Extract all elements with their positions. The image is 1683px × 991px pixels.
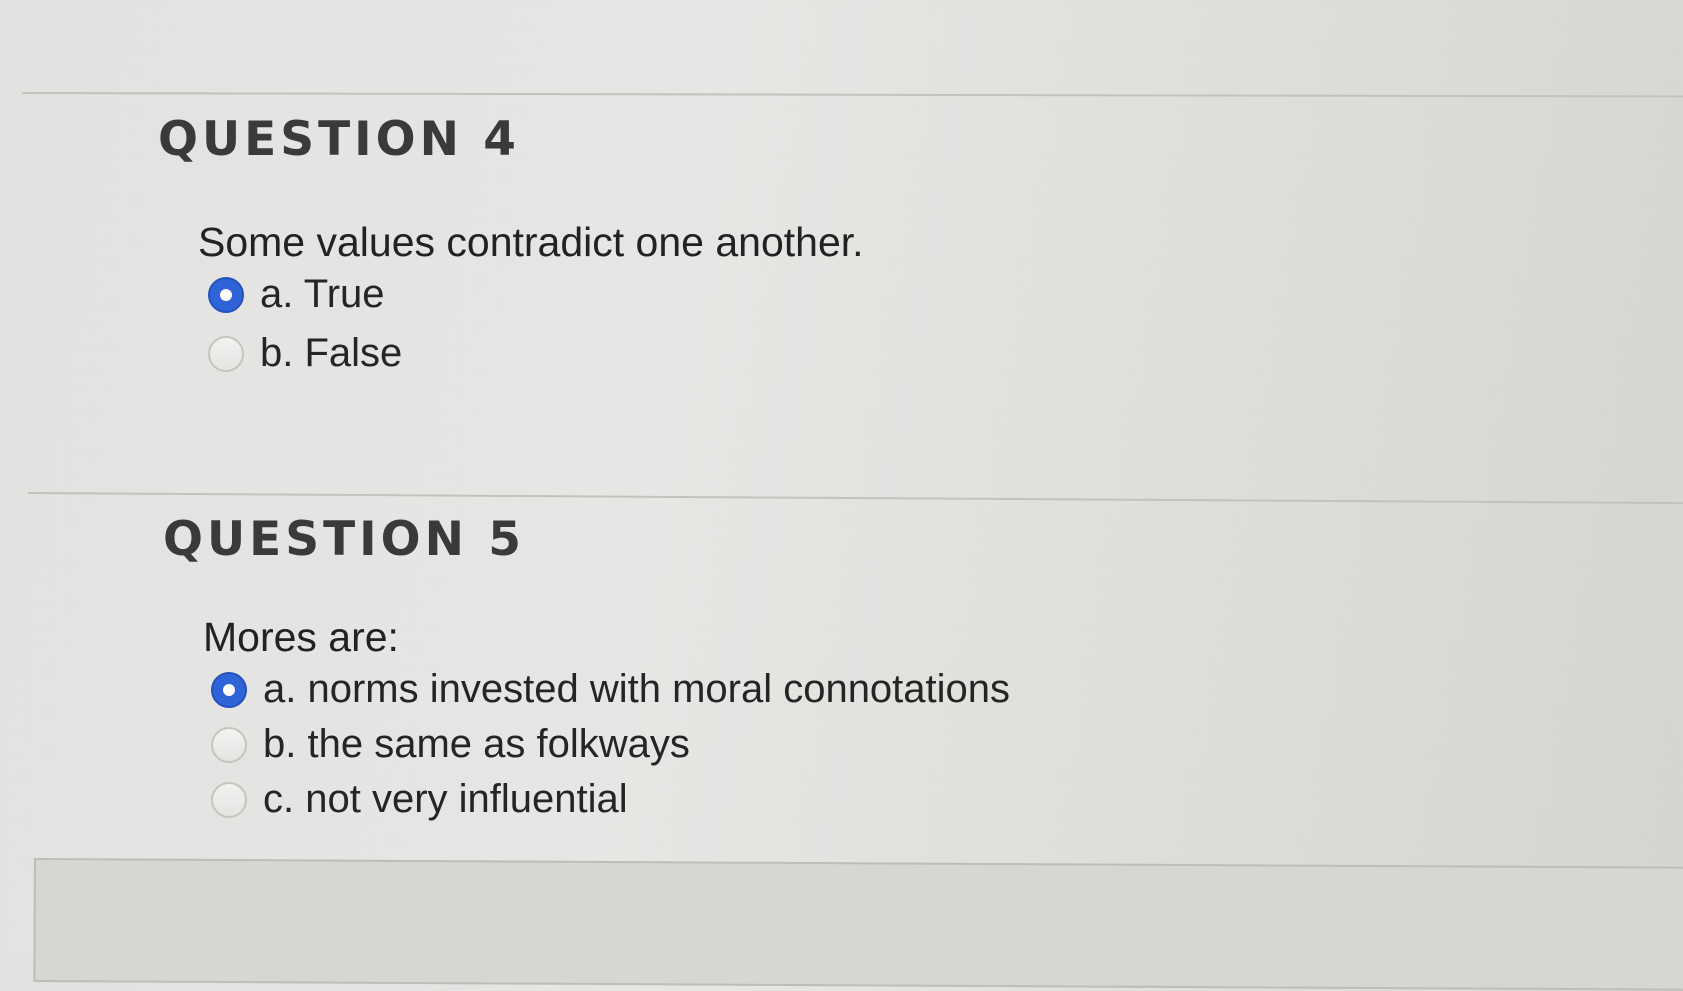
option-label: b. the same as folkways [263, 722, 690, 766]
question-divider [27, 492, 1683, 505]
top-divider [21, 92, 1683, 98]
radio-selected-icon[interactable] [208, 276, 244, 313]
radio-selected-icon[interactable] [211, 671, 247, 708]
option-label: b. False [260, 331, 403, 375]
question-4-option-b[interactable]: b. False [208, 331, 402, 376]
question-4-option-a[interactable]: a. True [208, 272, 385, 317]
radio-unselected-icon[interactable] [208, 335, 244, 372]
question-4-heading: QUESTION 4 [158, 112, 520, 167]
question-5-option-a[interactable]: a. norms invested with moral connotation… [211, 667, 1010, 712]
next-question-panel [33, 858, 1683, 991]
question-4-text: Some values contradict one another. [198, 219, 864, 265]
option-label: a. True [260, 272, 385, 316]
radio-unselected-icon[interactable] [211, 726, 247, 763]
option-label: a. norms invested with moral connotation… [263, 667, 1011, 711]
question-5-option-b[interactable]: b. the same as folkways [211, 722, 690, 767]
option-label: c. not very influential [263, 777, 628, 821]
radio-unselected-icon[interactable] [211, 781, 247, 818]
question-5-text: Mores are: [203, 614, 399, 660]
question-5-heading: QUESTION 5 [163, 512, 525, 567]
question-5-option-c[interactable]: c. not very influential [211, 777, 628, 822]
